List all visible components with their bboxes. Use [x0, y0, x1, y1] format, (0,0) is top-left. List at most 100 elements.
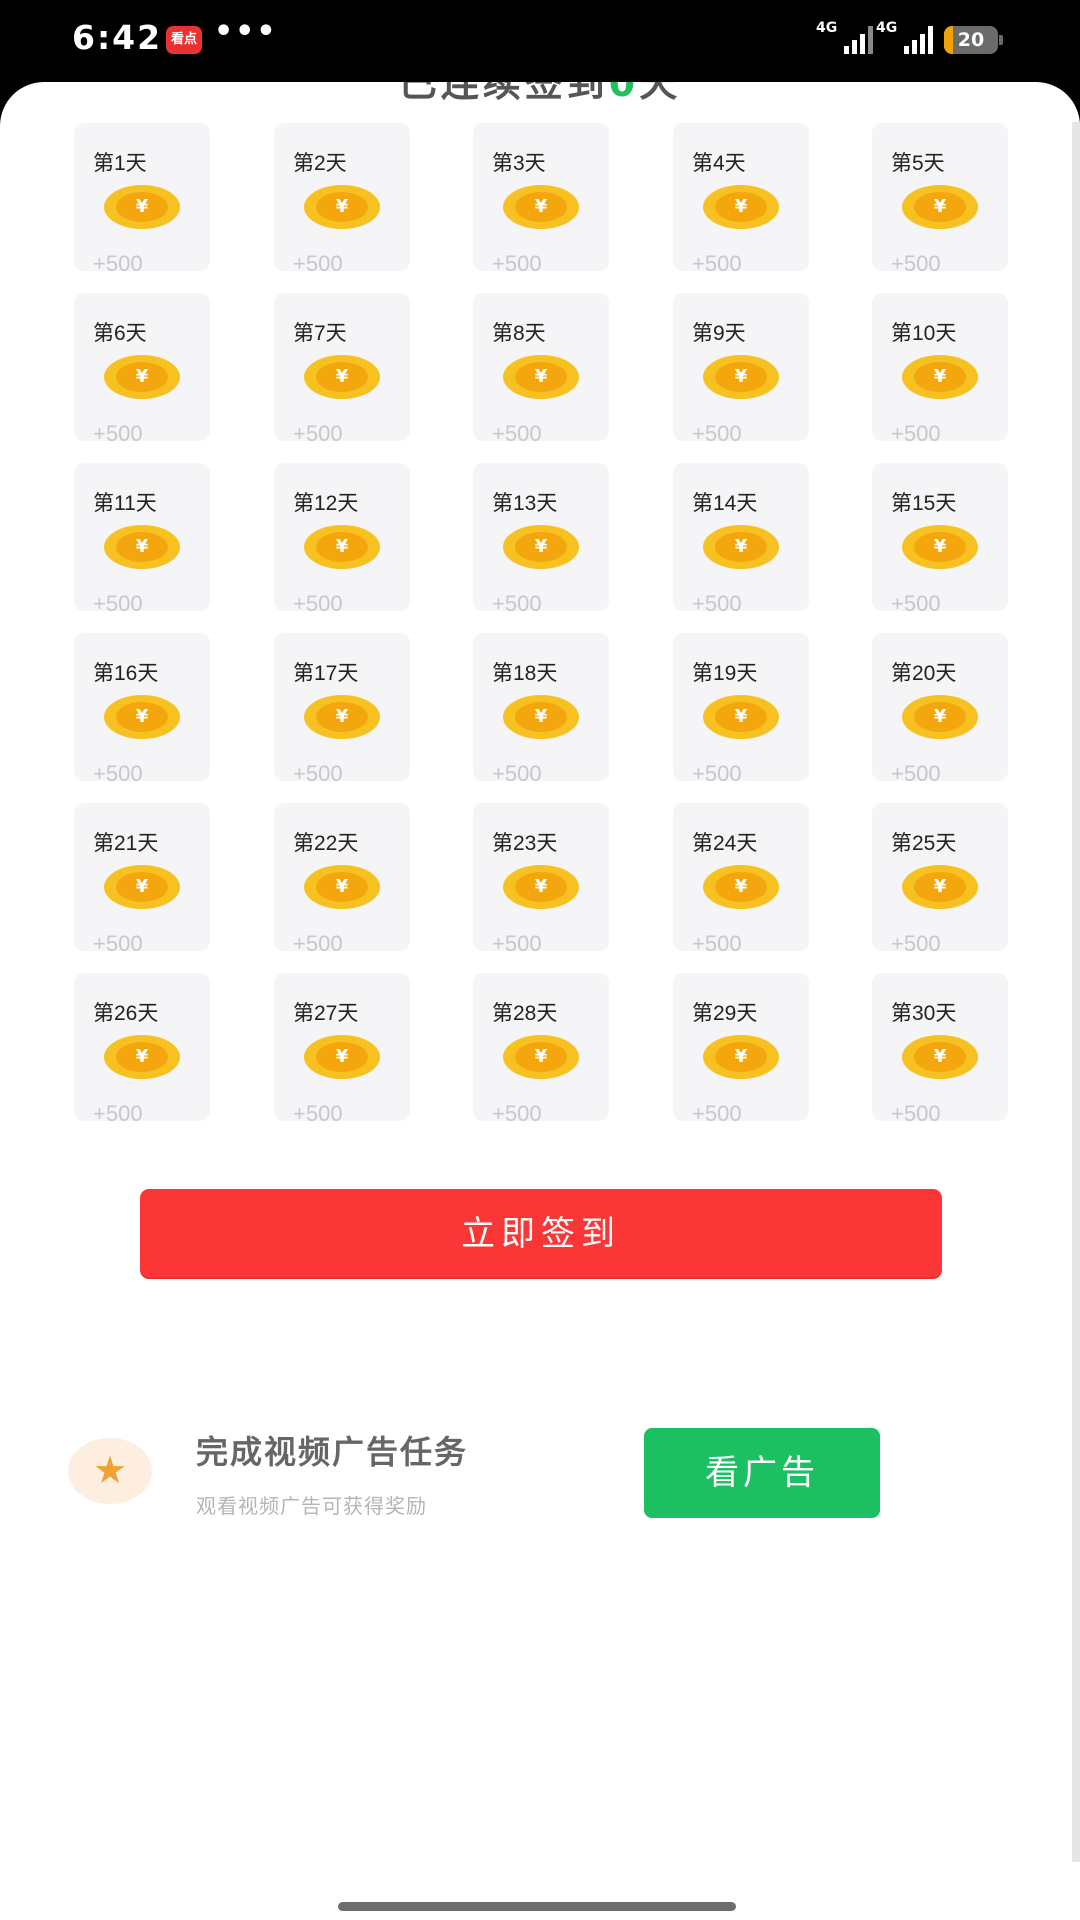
day-label: 第18天	[492, 662, 558, 685]
day-card: 第15天 ¥ +500	[872, 463, 1008, 616]
day-card: 第29天 ¥ +500	[673, 973, 809, 1126]
day-reward: +500	[93, 931, 143, 956]
day-label: 第10天	[891, 322, 957, 345]
day-reward: +500	[692, 421, 742, 446]
day-card: 第7天 ¥ +500	[274, 293, 410, 446]
day-card: 第20天 ¥ +500	[872, 633, 1008, 786]
yen-symbol: ¥	[715, 1042, 767, 1072]
yen-symbol: ¥	[116, 362, 168, 392]
day-reward: +500	[293, 421, 343, 446]
day-label: 第28天	[492, 1002, 558, 1025]
day-label: 第3天	[492, 152, 546, 175]
battery-tip	[999, 35, 1003, 45]
yen-symbol: ¥	[116, 872, 168, 902]
coin-icon: ¥	[503, 185, 579, 229]
day-label: 第4天	[692, 152, 746, 175]
home-indicator[interactable]	[338, 1902, 736, 1911]
day-reward: +500	[93, 251, 143, 276]
scrollbar[interactable]	[1072, 122, 1080, 1862]
yen-symbol: ¥	[914, 1042, 966, 1072]
day-card: 第2天 ¥ +500	[274, 123, 410, 276]
coin-icon: ¥	[503, 865, 579, 909]
day-reward: +500	[93, 761, 143, 786]
streak-title: 已连续签到0天	[0, 82, 1080, 107]
task-icon-badge: ★	[68, 1438, 152, 1504]
coin-icon: ¥	[304, 525, 380, 569]
day-reward: +500	[492, 251, 542, 276]
day-label: 第6天	[93, 322, 147, 345]
day-reward: +500	[692, 591, 742, 616]
network-type-1: 4G	[816, 20, 838, 36]
day-card: 第21天 ¥ +500	[74, 803, 210, 956]
checkin-button[interactable]: 立即签到	[140, 1189, 942, 1279]
yen-symbol: ¥	[515, 532, 567, 562]
day-label: 第16天	[93, 662, 159, 685]
day-reward: +500	[492, 761, 542, 786]
yen-symbol: ¥	[116, 192, 168, 222]
day-label: 第23天	[492, 832, 558, 855]
coin-icon: ¥	[902, 695, 978, 739]
coin-icon: ¥	[503, 695, 579, 739]
yen-symbol: ¥	[715, 532, 767, 562]
watch-ad-button[interactable]: 看广告	[644, 1428, 880, 1518]
day-label: 第24天	[692, 832, 758, 855]
app-notification-icon: 看点	[166, 26, 202, 54]
coin-icon: ¥	[503, 355, 579, 399]
yen-symbol: ¥	[116, 1042, 168, 1072]
coin-icon: ¥	[703, 865, 779, 909]
coin-icon: ¥	[902, 865, 978, 909]
day-card: 第11天 ¥ +500	[74, 463, 210, 616]
yen-symbol: ¥	[914, 362, 966, 392]
day-card: 第17天 ¥ +500	[274, 633, 410, 786]
day-card: 第4天 ¥ +500	[673, 123, 809, 276]
streak-suffix: 天	[639, 82, 682, 105]
day-card: 第28天 ¥ +500	[473, 973, 609, 1126]
day-reward: +500	[692, 931, 742, 956]
battery-icon: 20	[944, 26, 998, 54]
yen-symbol: ¥	[316, 532, 368, 562]
coin-icon: ¥	[304, 1035, 380, 1079]
status-bar: 6:42 看点 ••• 4G 4G 20	[0, 0, 1080, 82]
day-reward: +500	[692, 1101, 742, 1126]
more-notifications-icon: •••	[214, 14, 278, 49]
coin-icon: ¥	[104, 185, 180, 229]
coin-icon: ¥	[902, 185, 978, 229]
yen-symbol: ¥	[316, 1042, 368, 1072]
day-card: 第26天 ¥ +500	[74, 973, 210, 1126]
day-label: 第27天	[293, 1002, 359, 1025]
day-card: 第30天 ¥ +500	[872, 973, 1008, 1126]
day-label: 第2天	[293, 152, 347, 175]
day-card: 第16天 ¥ +500	[74, 633, 210, 786]
coin-icon: ¥	[304, 865, 380, 909]
day-reward: +500	[293, 591, 343, 616]
day-label: 第12天	[293, 492, 359, 515]
coin-icon: ¥	[104, 1035, 180, 1079]
coin-icon: ¥	[703, 525, 779, 569]
network-type-2: 4G	[876, 20, 898, 36]
yen-symbol: ¥	[914, 532, 966, 562]
day-card: 第5天 ¥ +500	[872, 123, 1008, 276]
day-reward: +500	[93, 421, 143, 446]
day-reward: +500	[293, 931, 343, 956]
day-card: 第8天 ¥ +500	[473, 293, 609, 446]
coin-icon: ¥	[304, 355, 380, 399]
yen-symbol: ¥	[515, 362, 567, 392]
yen-symbol: ¥	[316, 192, 368, 222]
coin-icon: ¥	[304, 695, 380, 739]
day-reward: +500	[293, 251, 343, 276]
day-reward: +500	[692, 251, 742, 276]
yen-symbol: ¥	[715, 362, 767, 392]
coin-icon: ¥	[503, 1035, 579, 1079]
yen-symbol: ¥	[316, 872, 368, 902]
day-reward: +500	[492, 931, 542, 956]
yen-symbol: ¥	[715, 872, 767, 902]
day-card: 第27天 ¥ +500	[274, 973, 410, 1126]
yen-symbol: ¥	[914, 872, 966, 902]
yen-symbol: ¥	[515, 872, 567, 902]
yen-symbol: ¥	[715, 702, 767, 732]
day-card: 第22天 ¥ +500	[274, 803, 410, 956]
yen-symbol: ¥	[116, 532, 168, 562]
day-card: 第9天 ¥ +500	[673, 293, 809, 446]
day-label: 第22天	[293, 832, 359, 855]
day-reward: +500	[891, 1101, 941, 1126]
